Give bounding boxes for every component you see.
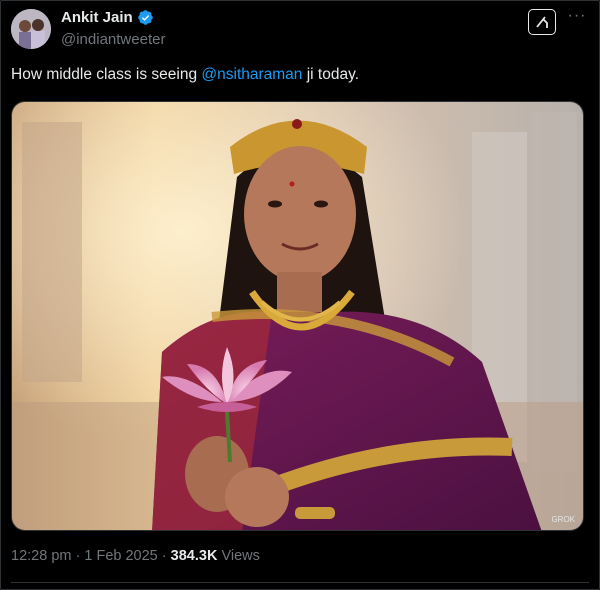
views-count: 384.3K xyxy=(170,548,218,564)
views-label: Views xyxy=(221,548,260,564)
grok-icon xyxy=(536,16,548,28)
post-text: How middle class is seeing @nsitharaman … xyxy=(11,66,359,84)
more-options-button[interactable]: ··· xyxy=(566,7,588,30)
post-meta: 12:28 pm · 1 Feb 2025 · 384.3K Views xyxy=(11,548,260,564)
mention-link[interactable]: @nsitharaman xyxy=(201,66,302,83)
more-icon: ··· xyxy=(567,7,587,24)
avatar-image xyxy=(11,9,51,49)
portrait-illustration: GROK xyxy=(12,102,583,530)
post-media-image[interactable]: GROK xyxy=(11,101,584,531)
post-text-before: How middle class is seeing xyxy=(11,66,202,83)
author-name[interactable]: Ankit Jain xyxy=(61,9,133,26)
post-text-after: ji today. xyxy=(302,66,359,83)
post-date[interactable]: 1 Feb 2025 xyxy=(84,548,157,564)
meta-separator-2: · xyxy=(161,548,167,564)
meta-separator-1: · xyxy=(75,548,81,564)
author-avatar[interactable] xyxy=(11,9,51,49)
author-handle[interactable]: @indiantweeter xyxy=(61,31,165,48)
divider xyxy=(11,582,589,583)
post-time[interactable]: 12:28 pm xyxy=(11,548,71,564)
media-watermark: GROK xyxy=(551,515,575,524)
author-name-row[interactable]: Ankit Jain xyxy=(61,9,154,26)
verified-badge-icon xyxy=(137,10,153,25)
grok-button[interactable] xyxy=(528,9,556,35)
